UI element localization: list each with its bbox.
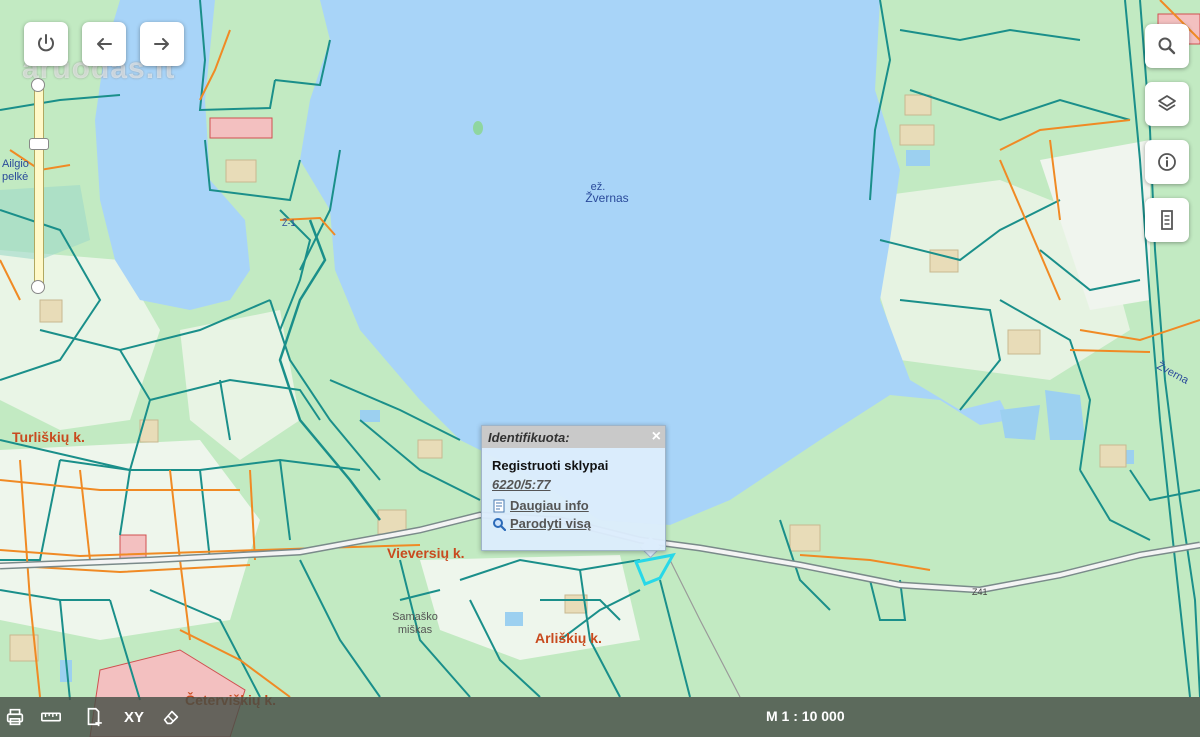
layers-icon — [1158, 95, 1176, 111]
add-document-icon — [87, 707, 102, 727]
map-scale: M 1 : 10 000 — [766, 708, 845, 724]
legend-button[interactable] — [1145, 198, 1189, 242]
measure-button[interactable] — [40, 705, 62, 729]
forward-button[interactable] — [140, 22, 184, 66]
power-icon — [38, 34, 54, 52]
zoom-slider-handle[interactable] — [29, 138, 49, 150]
parcel-id-link[interactable]: 6220/5:77 — [492, 477, 665, 492]
lake-name-label: Žvernas — [585, 190, 628, 205]
wetland-label-2: pelkė — [2, 171, 28, 183]
layers-button[interactable] — [1145, 82, 1189, 126]
village-label-arliskiu: Arliškių k. — [535, 630, 602, 646]
printer-icon — [6, 708, 24, 726]
magnifier-icon — [493, 517, 506, 531]
ruler-icon — [41, 712, 61, 722]
info-icon — [1158, 153, 1176, 171]
road-label-z41: Z41 — [972, 587, 988, 597]
popup-header: Identifikuota: — [482, 426, 665, 448]
identify-popup: Identifikuota: × Registruoti sklypai 622… — [481, 425, 666, 551]
popup-title: Registruoti sklypai — [492, 458, 609, 473]
more-info-link[interactable]: Daugiau info — [492, 498, 665, 513]
more-info-label: Daugiau info — [510, 498, 589, 513]
popup-header-title: Identifikuota: — [488, 429, 570, 445]
village-label-turliskiu: Turliškių k. — [12, 429, 85, 445]
search-icon — [1158, 37, 1176, 55]
back-arrow-icon — [97, 38, 112, 50]
popup-close-button[interactable]: × — [652, 428, 661, 446]
document-info-icon — [493, 499, 505, 512]
zoom-in-knob[interactable] — [31, 78, 45, 92]
xy-coordinates-button[interactable]: XY — [124, 705, 144, 729]
xy-label: XY — [124, 708, 145, 726]
document-icon — [1161, 210, 1173, 230]
info-button[interactable] — [1145, 140, 1189, 184]
show-all-label: Parodyti visą — [510, 516, 591, 531]
map-canvas[interactable]: ež. Žvernas Ailgio pelkė Ž-1 Z41 Žverna … — [0, 0, 1200, 737]
zoom-out-knob[interactable] — [31, 280, 45, 294]
zoom-slider-track[interactable] — [34, 80, 44, 290]
wetland-label-1: Ailgio — [2, 158, 29, 170]
eraser-icon — [163, 710, 179, 725]
show-all-link[interactable]: Parodyti visą — [492, 516, 665, 531]
erase-button[interactable] — [160, 705, 182, 729]
power-button[interactable] — [24, 22, 68, 66]
forward-arrow-icon — [154, 38, 169, 50]
forest-label-1: Samaško — [392, 611, 438, 623]
village-label-vieversiu: Vieversių k. — [387, 545, 465, 561]
road-label-z1: Ž-1 — [282, 218, 296, 228]
add-document-button[interactable] — [83, 705, 105, 729]
search-button[interactable] — [1145, 24, 1189, 68]
print-button[interactable] — [4, 705, 26, 729]
back-button[interactable] — [82, 22, 126, 66]
forest-label-2: miškas — [398, 624, 433, 636]
bottom-toolbar: XY M 1 : 10 000 — [0, 697, 1200, 737]
